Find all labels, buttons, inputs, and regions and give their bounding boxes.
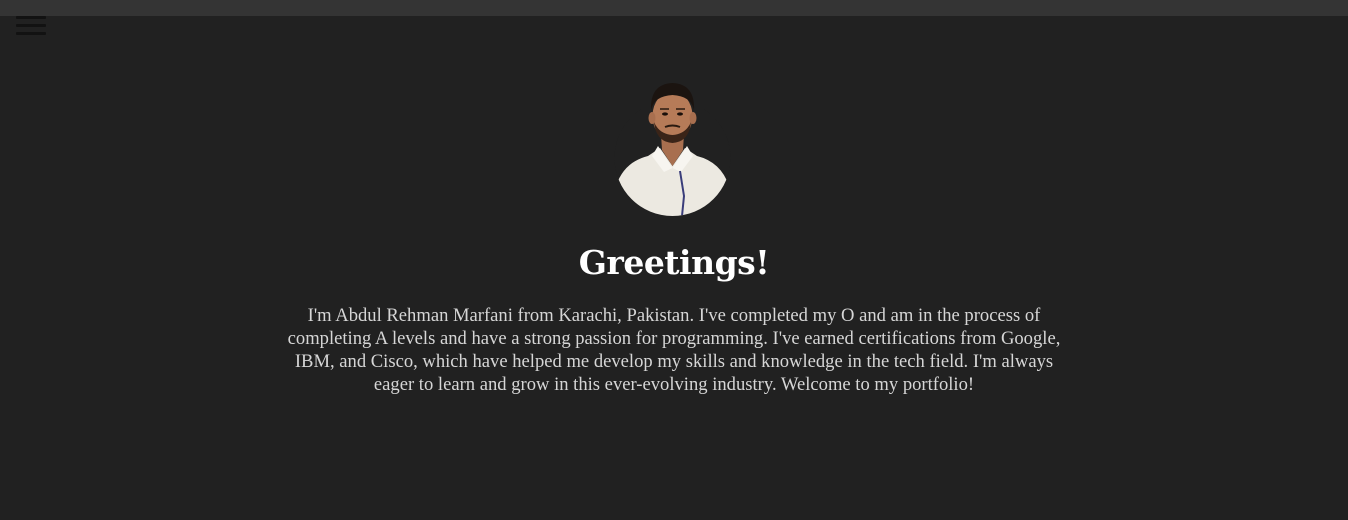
- menu-line-1: [16, 16, 46, 19]
- top-bar: [0, 0, 1348, 16]
- hamburger-menu-icon[interactable]: [16, 16, 48, 38]
- intro-paragraph: I'm Abdul Rehman Marfani from Karachi, P…: [287, 305, 1061, 395]
- menu-line-2: [16, 24, 46, 27]
- page-title: Greetings!: [578, 243, 770, 282]
- menu-line-3: [16, 32, 46, 35]
- profile-photo: [614, 76, 731, 216]
